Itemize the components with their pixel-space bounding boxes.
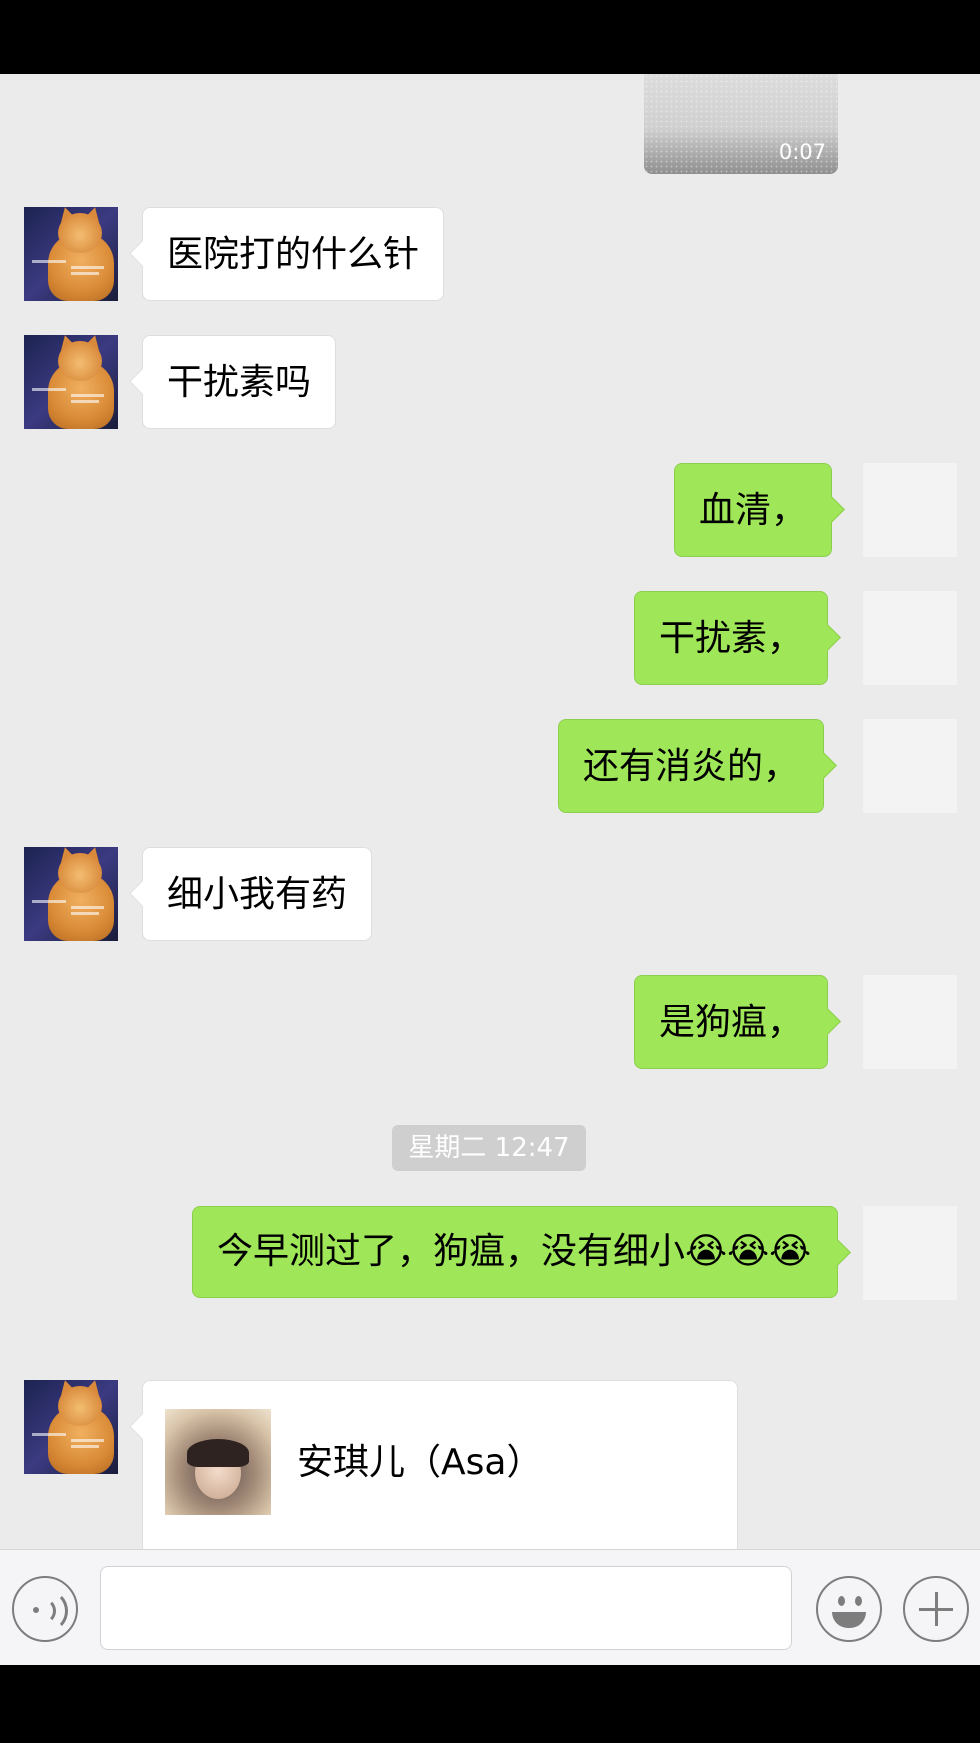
contact-card-message[interactable]: 安琪儿（Asa） xyxy=(142,1380,738,1549)
chat-area[interactable]: 0:07 医院打的什么针 干扰素吗 血清， 干扰素， 还有消炎的， 细小我有药 … xyxy=(0,74,980,1549)
message-bubble-outgoing[interactable]: 干扰素， xyxy=(634,591,829,685)
message-bubble-outgoing[interactable]: 是狗瘟， xyxy=(634,975,829,1069)
self-avatar[interactable] xyxy=(863,719,957,813)
message-text: 今早测过了，狗瘟，没有细小 xyxy=(217,1231,686,1272)
plus-icon[interactable] xyxy=(903,1576,969,1642)
message-input[interactable] xyxy=(100,1566,792,1650)
message-bubble-outgoing[interactable]: 今早测过了，狗瘟，没有细小😭😭😭 xyxy=(192,1206,838,1298)
card-contact-name: 安琪儿（Asa） xyxy=(297,1442,543,1483)
contact-avatar[interactable] xyxy=(24,1380,118,1474)
video-message[interactable]: 0:07 xyxy=(644,74,838,174)
crying-emoji-icon: 😭😭😭 xyxy=(685,1231,812,1272)
contact-avatar[interactable] xyxy=(24,847,118,941)
voice-icon[interactable] xyxy=(12,1576,78,1642)
video-duration: 0:07 xyxy=(778,140,826,164)
status-bar xyxy=(0,0,980,74)
self-avatar[interactable] xyxy=(863,463,957,557)
contact-avatar[interactable] xyxy=(24,335,118,429)
contact-avatar[interactable] xyxy=(24,207,118,301)
message-bubble-incoming[interactable]: 细小我有药 xyxy=(142,847,373,941)
input-bar xyxy=(0,1549,980,1665)
message-bubble-incoming[interactable]: 医院打的什么针 xyxy=(142,207,445,301)
self-avatar[interactable] xyxy=(863,1206,957,1300)
self-avatar[interactable] xyxy=(863,591,957,685)
message-bubble-outgoing[interactable]: 血清， xyxy=(674,463,833,557)
bottom-bar xyxy=(0,1665,980,1743)
message-timestamp: 星期二 12:47 xyxy=(392,1125,586,1171)
message-bubble-outgoing[interactable]: 还有消炎的， xyxy=(558,719,825,813)
emoji-icon[interactable] xyxy=(816,1576,882,1642)
card-avatar xyxy=(165,1409,271,1515)
self-avatar[interactable] xyxy=(863,975,957,1069)
message-bubble-incoming[interactable]: 干扰素吗 xyxy=(142,335,337,429)
